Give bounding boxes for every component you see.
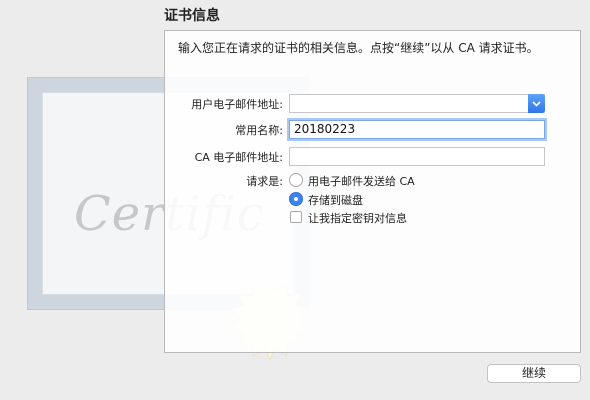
instructions-text: 输入您正在请求的证书的相关信息。点按“继续”以从 CA 请求证书。 <box>178 41 539 55</box>
continue-button[interactable]: 继续 <box>487 364 581 383</box>
email-to-ca-radio[interactable] <box>289 173 303 187</box>
section-title: 证书信息 <box>164 8 220 24</box>
form-panel <box>164 30 581 353</box>
user-email-label: 用户电子邮件地址: <box>191 98 283 111</box>
request-type-label: 请求是: <box>246 175 283 188</box>
common-name-input[interactable]: 20180223 <box>289 120 545 139</box>
common-name-label: 常用名称: <box>235 124 283 137</box>
key-pair-checkbox-label[interactable]: 让我指定密钥对信息 <box>308 210 407 226</box>
chevron-down-icon[interactable] <box>528 94 545 113</box>
ca-email-label: CA 电子邮件地址: <box>194 151 283 164</box>
email-to-ca-label[interactable]: 用电子邮件发送给 CA <box>308 173 415 189</box>
ca-email-input[interactable] <box>289 147 545 166</box>
save-to-disk-label[interactable]: 存储到磁盘 <box>308 192 363 208</box>
key-pair-checkbox[interactable] <box>290 211 302 223</box>
user-email-combobox[interactable] <box>289 94 545 113</box>
save-to-disk-radio[interactable] <box>289 192 303 206</box>
